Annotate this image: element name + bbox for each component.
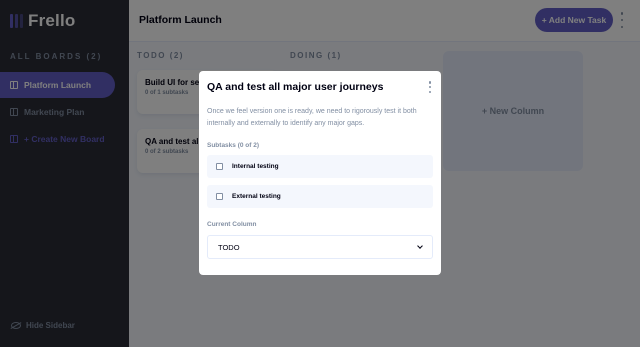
subtask-checkbox[interactable] bbox=[216, 193, 223, 200]
task-description: Once we feel version one is ready, we ne… bbox=[207, 108, 417, 127]
task-detail-modal: QA and test all major user journeys Once… bbox=[199, 71, 441, 275]
current-column-label: Current Column bbox=[207, 221, 257, 228]
subtask-item[interactable]: Internal testing bbox=[207, 155, 433, 178]
subtask-title: Internal testing bbox=[232, 163, 279, 170]
chevron-down-icon bbox=[417, 243, 423, 249]
current-column-select[interactable]: TODO bbox=[207, 235, 433, 259]
subtasks-label: Subtasks (0 of 2) bbox=[207, 142, 260, 149]
subtask-item[interactable]: External testing bbox=[207, 185, 433, 208]
current-column-value: TODO bbox=[218, 242, 240, 252]
subtask-checkbox[interactable] bbox=[216, 163, 223, 170]
subtask-title: External testing bbox=[232, 193, 281, 200]
task-menu-icon[interactable] bbox=[427, 81, 433, 93]
modal-title: QA and test all major user journeys bbox=[207, 81, 384, 93]
